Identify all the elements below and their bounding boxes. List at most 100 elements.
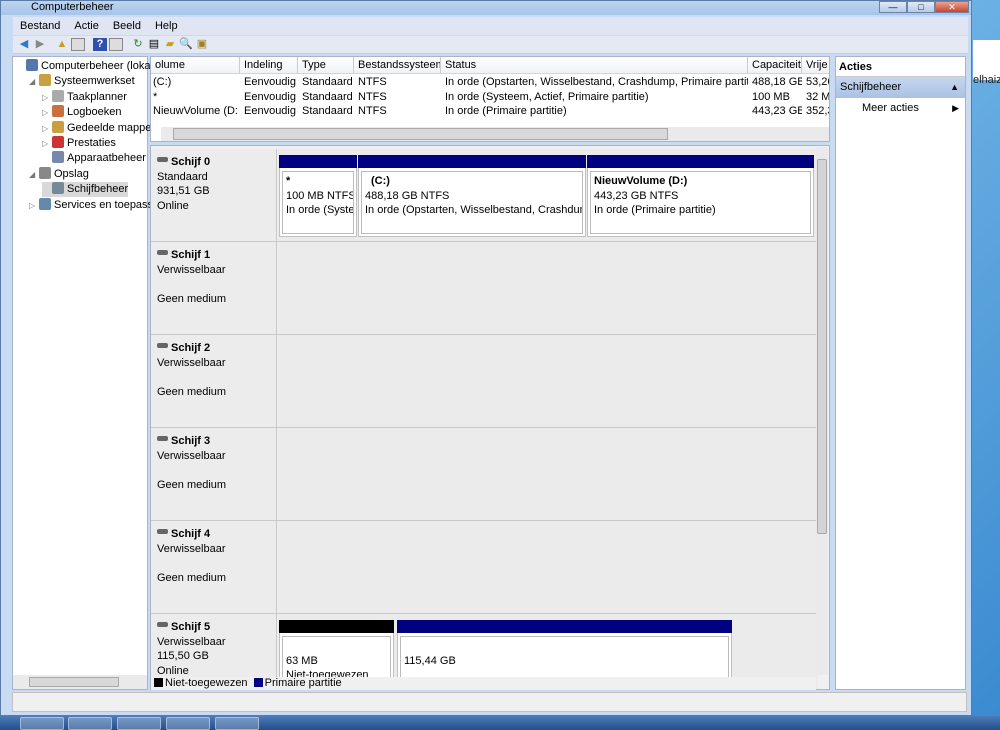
menu-bestand[interactable]: Bestand	[13, 17, 67, 35]
column-header[interactable]: Type	[298, 57, 354, 74]
legend-swatch-unallocated	[154, 678, 163, 687]
volume-cell[interactable]: 53,26	[804, 75, 829, 90]
volume-cell[interactable]: NTFS	[356, 104, 441, 119]
window-title: Computerbeheer	[31, 1, 114, 13]
legend-swatch-primary	[253, 678, 263, 687]
back-icon[interactable]: ◀	[17, 38, 31, 51]
help-icon[interactable]: ?	[93, 38, 107, 51]
open-folder-icon[interactable]: ▰	[163, 38, 177, 51]
volume-list: olume Indeling Type Bestandssysteem Status Ca…	[150, 56, 830, 142]
menu-beeld[interactable]: Beeld	[106, 17, 148, 35]
disk-info: Geen medium	[157, 571, 227, 584]
tree-item[interactable]: ▷ Taakplanner	[42, 89, 127, 105]
volume-cell[interactable]: 352,3	[804, 104, 829, 119]
volume-cell[interactable]: Standaard	[300, 104, 354, 119]
column-header[interactable]: Indeling	[240, 57, 298, 74]
partition[interactable]: NieuwVolume (D:) 443,23 GB NTFS In orde (P…	[587, 155, 814, 237]
disk-label[interactable]: Schijf 1 Verwisselbaar Geen medium	[151, 242, 277, 334]
toolbar: ◀ ▶ ▲ ? ↻ ▤ ▰ 🔍 ▣	[13, 36, 968, 54]
tree-item[interactable]: ◢ Systeemwerkset	[29, 74, 135, 89]
up-folder-icon[interactable]: ▲	[55, 38, 69, 51]
expand-arrow-icon[interactable]: ▷	[42, 105, 52, 120]
disk-map-scrollbar[interactable]	[816, 147, 828, 675]
volume-cell[interactable]: (C:)	[151, 75, 238, 90]
disk-map: Schijf 0 Standaard 931,51 GB Online * 100 MB …	[150, 145, 830, 690]
volume-cell[interactable]: In orde (Primaire partitie)	[443, 104, 748, 119]
column-header[interactable]: Vrije	[802, 57, 829, 74]
volume-cell[interactable]: 488,18 GB	[750, 75, 802, 90]
taskbar-explorer[interactable]	[215, 717, 259, 730]
tree-hscroll[interactable]	[13, 675, 147, 689]
disk-label[interactable]: Schijf 2 Verwisselbaar Geen medium	[151, 335, 277, 427]
disk-label[interactable]: Schijf 0 Standaard 931,51 GB Online	[151, 149, 277, 241]
tree-item[interactable]: ◢ Opslag	[29, 166, 89, 182]
volume-cell[interactable]: NieuwVolume (D:)	[151, 104, 238, 119]
volume-cell[interactable]: Eenvoudig	[242, 75, 298, 90]
expand-arrow-icon[interactable]: ▷	[42, 121, 52, 136]
column-header[interactable]: Bestandssysteem	[354, 57, 441, 74]
volume-cell[interactable]: Eenvoudig	[242, 90, 298, 105]
disk-info: Verwisselbaar	[157, 356, 226, 369]
tree-item[interactable]: ▷ Prestaties	[42, 136, 116, 151]
show-hide-actions-icon[interactable]	[109, 38, 123, 51]
volume-cell[interactable]: NTFS	[356, 90, 441, 105]
tree-item-label: Opslag	[54, 167, 89, 180]
volume-cell[interactable]: 100 MB	[750, 90, 802, 105]
properties-icon[interactable]: ▤	[147, 38, 161, 51]
tree-item-label: Taakplanner	[67, 90, 127, 103]
action-meer-acties[interactable]: Meer acties ▶	[836, 98, 965, 118]
partition[interactable]: (C:) 488,18 GB NTFS In orde (Opstarten, Wi…	[358, 155, 586, 237]
volume-cell[interactable]: Standaard	[300, 90, 354, 105]
refresh-icon[interactable]: ↻	[131, 38, 145, 51]
taskbar-media-player[interactable]	[68, 717, 112, 730]
disk-space	[278, 521, 818, 613]
volume-cell[interactable]: 443,23 GB	[750, 104, 802, 119]
volume-cell[interactable]: In orde (Opstarten, Wisselbestand, Crash…	[443, 75, 748, 90]
disk-info	[157, 277, 276, 292]
menu-help[interactable]: Help	[148, 17, 185, 35]
disk-info: Verwisselbaar	[157, 635, 226, 648]
taskbar-network[interactable]	[166, 717, 210, 730]
minimize-button[interactable]: —	[879, 1, 907, 13]
disk-label[interactable]: Schijf 3 Verwisselbaar Geen medium	[151, 428, 277, 520]
section-label: Schijfbeheer	[840, 81, 902, 93]
volume-cell[interactable]: In orde (Systeem, Actief, Primaire parti…	[443, 90, 748, 105]
disk-info: Verwisselbaar	[157, 263, 226, 276]
volume-cell[interactable]: NTFS	[356, 75, 441, 90]
volume-list-hscroll[interactable]	[161, 127, 829, 141]
expand-arrow-icon[interactable]: ▷	[42, 136, 52, 151]
volume-cell[interactable]: Eenvoudig	[242, 104, 298, 119]
volume-cell[interactable]: Standaard	[300, 75, 354, 90]
taskbar-computerbeheer[interactable]	[20, 717, 64, 730]
column-header[interactable]: Status	[441, 57, 748, 74]
expand-arrow-icon[interactable]: ◢	[29, 167, 39, 182]
settings-icon[interactable]: ▣	[195, 38, 209, 51]
tree-node-icon	[52, 105, 64, 118]
taskbar-firefox[interactable]	[117, 717, 161, 730]
tree-item-label: Computerbeheer (lokaal)	[41, 60, 163, 72]
actions-section-schijfbeheer[interactable]: Schijfbeheer ▲	[836, 77, 965, 98]
column-header[interactable]: Capaciteit	[748, 57, 802, 74]
menu-actie[interactable]: Actie	[67, 17, 105, 35]
expand-arrow-icon[interactable]: ▷	[42, 90, 52, 105]
title-bar[interactable]: Computerbeheer — □ ✕	[1, 1, 971, 15]
search-icon[interactable]: 🔍	[179, 38, 193, 51]
tree-item[interactable]: Apparaatbeheer	[42, 151, 146, 166]
close-button[interactable]: ✕	[935, 1, 969, 13]
volume-cell[interactable]: *	[151, 90, 238, 105]
forward-icon[interactable]: ▶	[33, 38, 47, 51]
show-hide-tree-icon[interactable]	[71, 38, 85, 51]
expand-arrow-icon[interactable]: ◢	[29, 74, 39, 89]
volume-cell[interactable]: 32 M	[804, 90, 829, 105]
collapse-icon[interactable]: ▲	[950, 77, 959, 98]
disk-info: Online	[157, 664, 189, 677]
column-header[interactable]: olume	[151, 57, 240, 74]
tree-item[interactable]: ▷ Logboeken	[42, 105, 121, 120]
tree-item[interactable]: Schijfbeheer	[42, 182, 129, 198]
maximize-button[interactable]: □	[907, 1, 935, 13]
disk-label[interactable]: Schijf 4 Verwisselbaar Geen medium	[151, 521, 277, 613]
tree-item[interactable]: ▷ Gedeelde mappen	[42, 120, 158, 136]
expand-arrow-icon[interactable]: ▷	[29, 198, 39, 213]
tree-item[interactable]: Computerbeheer (lokaal)	[16, 59, 163, 74]
partition[interactable]: * 100 MB NTFS In orde (Systeem, Actief, Pr…	[279, 155, 357, 237]
